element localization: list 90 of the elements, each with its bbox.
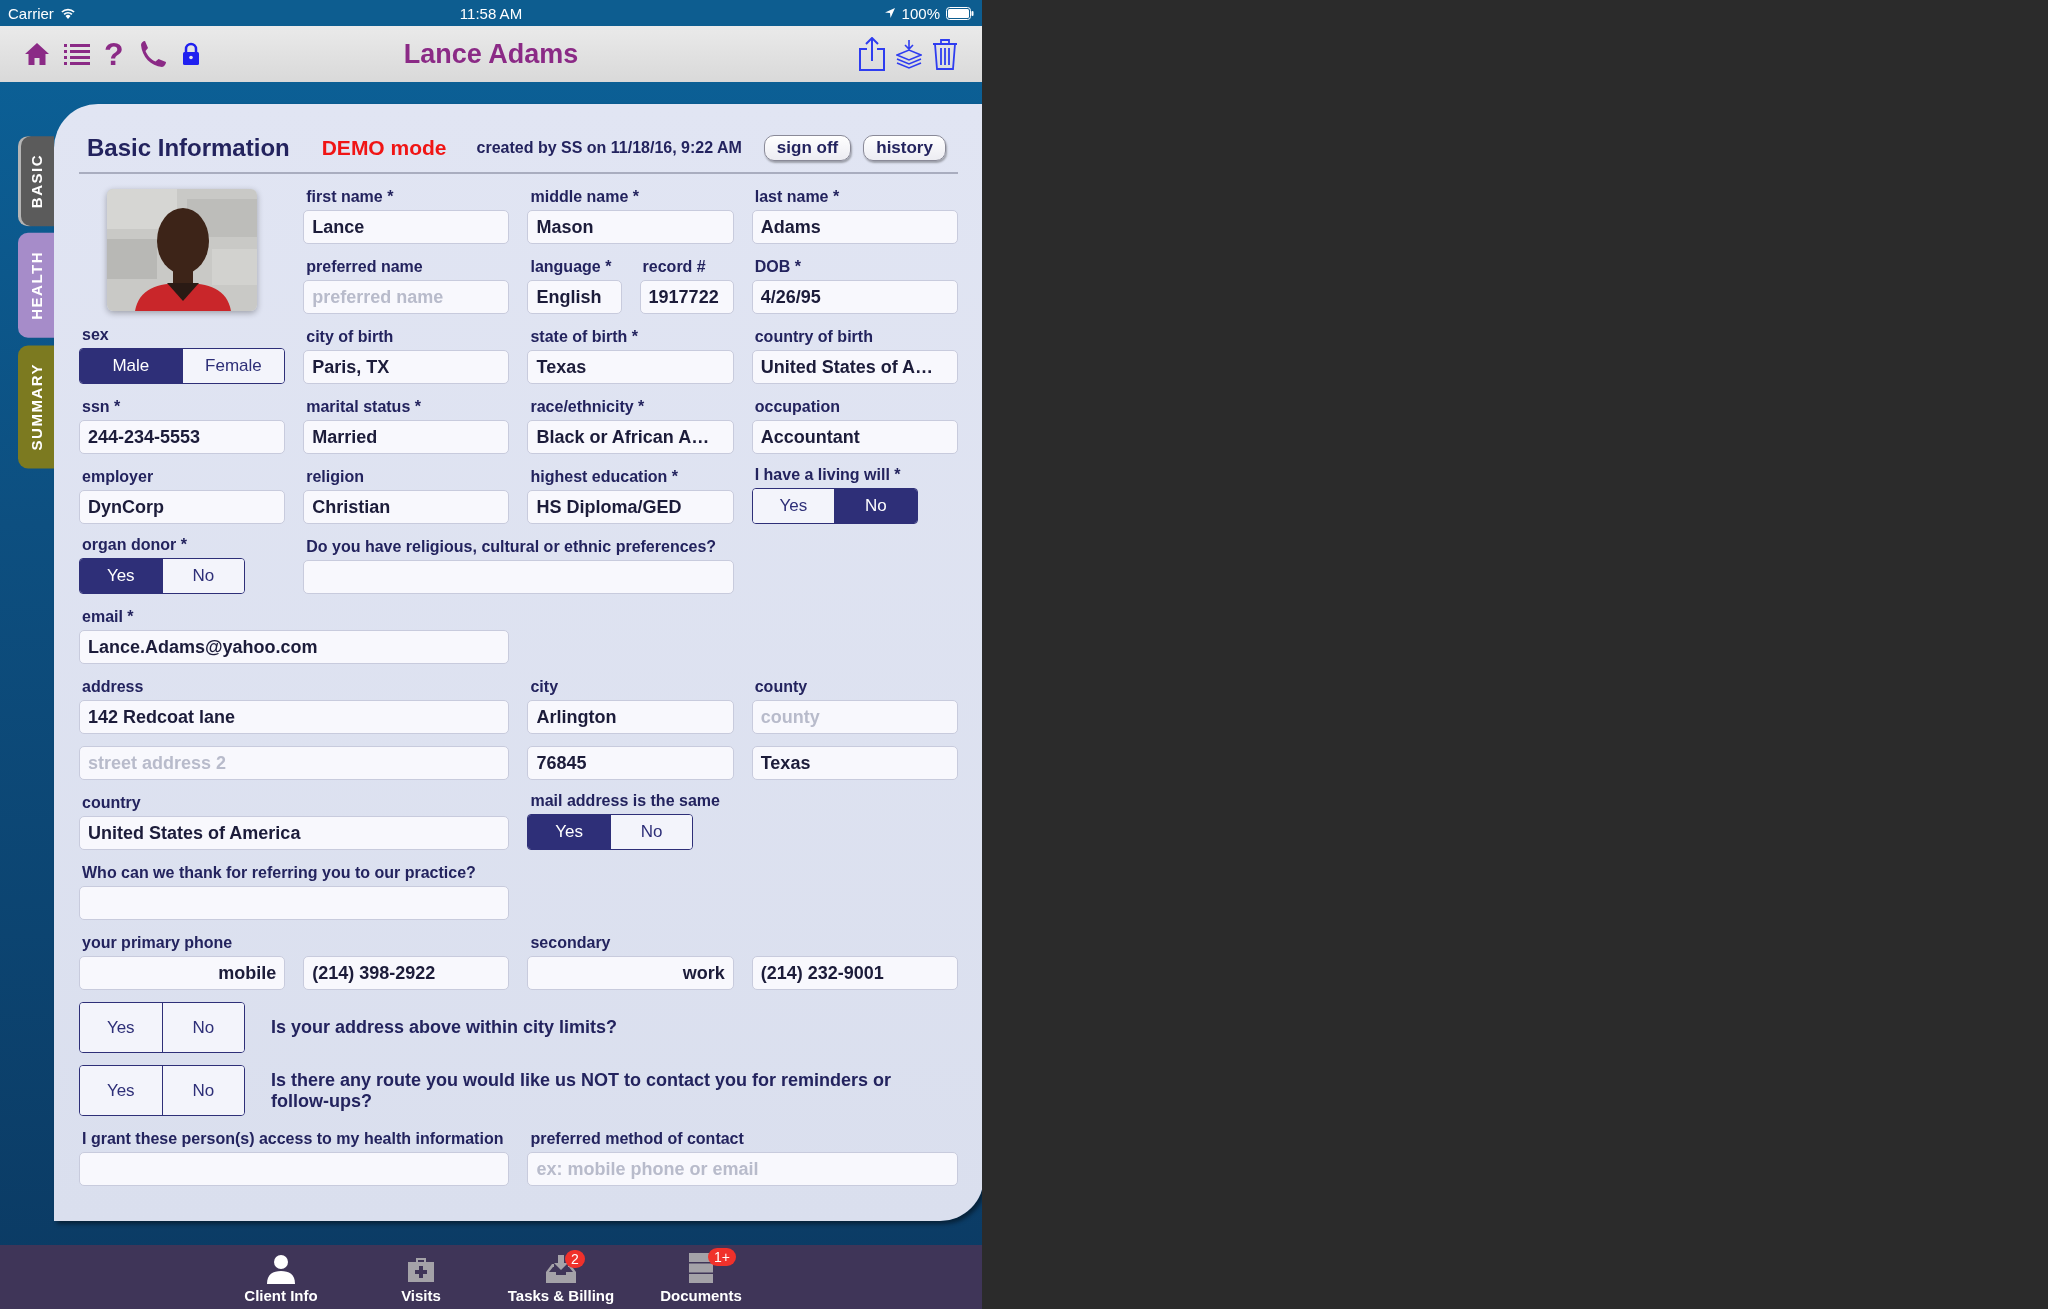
header-button[interactable]: history <box>863 135 946 161</box>
segment-option[interactable]: No <box>161 559 244 593</box>
question-text: Is there any route you would like us NOT to contact you for reminders or follow-ups? <box>271 1069 893 1112</box>
text-field[interactable]: 4/26/95 <box>751 280 958 314</box>
field-label: DOB * <box>753 258 802 276</box>
field-label: marital status * <box>305 398 422 416</box>
text-field[interactable]: Black or African A… <box>527 420 734 454</box>
segment-option[interactable]: Yes <box>80 559 162 593</box>
text-field[interactable]: Christian <box>303 490 510 524</box>
text-field[interactable]: DynCorp <box>79 490 286 524</box>
text-field[interactable]: Arlington <box>527 700 734 734</box>
field-label: employer <box>81 468 155 486</box>
text-field[interactable]: Texas <box>527 350 734 384</box>
text-field[interactable]: English <box>527 280 622 314</box>
count-badge: 1+ <box>708 1248 736 1266</box>
field-label: email * <box>81 608 135 626</box>
segment-option[interactable]: Female <box>181 349 285 383</box>
segment-option[interactable]: No <box>161 1066 244 1115</box>
field-label: city of birth <box>305 328 395 346</box>
carrier-label: Carrier <box>8 4 54 22</box>
field-label: mail address is the same <box>529 792 721 810</box>
segment-option[interactable]: No <box>161 1003 244 1052</box>
section-title: Basic Information <box>87 134 290 162</box>
text-field[interactable]: 244-234-5553 <box>79 420 286 454</box>
field-label: preferred name <box>305 258 424 276</box>
field-label: middle name * <box>529 188 640 206</box>
text-field[interactable]: Lance <box>303 210 510 244</box>
tab-bar-item[interactable]: Client Info <box>221 1245 341 1309</box>
text-field[interactable]: Accountant <box>751 420 958 454</box>
dropdown-field[interactable]: mobile <box>79 956 286 990</box>
question-text: Is your address above within city limits? <box>271 1017 618 1038</box>
field-label: city <box>529 678 560 696</box>
side-tab[interactable]: SUMMARY <box>18 344 54 469</box>
field-label: county <box>753 678 809 696</box>
field-label: organ donor * <box>81 536 188 554</box>
field-label: country <box>81 794 142 812</box>
segment-option[interactable]: Yes <box>80 1003 162 1052</box>
text-field[interactable]: Adams <box>751 210 958 244</box>
field-label: I grant these person(s) access to my health information <box>81 1130 505 1148</box>
field-label: race/ethnicity * <box>529 398 646 416</box>
clock-time: 11:58 AM <box>459 4 523 22</box>
segment-option[interactable]: No <box>834 489 917 523</box>
dropdown-field[interactable]: work <box>527 956 734 990</box>
field-label: first name * <box>305 188 395 206</box>
text-field[interactable]: (214) 398-2922 <box>303 956 510 990</box>
field-label: state of birth * <box>529 328 640 346</box>
text-field[interactable]: Married <box>303 420 510 454</box>
created-info: created by SS on 11/18/16, 9:22 AM <box>476 139 742 157</box>
field-label: sex <box>81 326 110 344</box>
text-field[interactable]: Paris, TX <box>303 350 510 384</box>
tab-bar-item[interactable]: Visits <box>361 1245 481 1309</box>
segment-option[interactable]: No <box>609 815 693 849</box>
text-field[interactable]: 1917722 <box>639 280 734 314</box>
text-field[interactable]: Texas <box>751 746 958 780</box>
help-icon[interactable]: ? <box>104 38 124 70</box>
segment-option[interactable]: Male <box>80 349 182 383</box>
field-label: religion <box>305 468 365 486</box>
segment-option[interactable]: Yes <box>80 1066 162 1115</box>
field-label: record # <box>641 258 707 276</box>
field-label: highest education * <box>529 468 680 486</box>
battery-percent: 100% <box>901 4 940 22</box>
text-field[interactable]: HS Diploma/GED <box>527 490 734 524</box>
mode-label: DEMO mode <box>321 136 447 160</box>
field-label: ssn * <box>81 398 122 416</box>
text-field[interactable]: Mason <box>527 210 734 244</box>
field-label: Do you have religious, cultural or ethnic preferences? <box>305 538 718 556</box>
field-label: last name * <box>753 188 841 206</box>
field-label: Who can we thank for referring you to our practice? <box>81 864 477 882</box>
header-button[interactable]: sign off <box>763 135 852 161</box>
text-field[interactable]: 142 Redcoat lane <box>79 700 510 734</box>
segment-option[interactable]: Yes <box>752 489 835 523</box>
field-label: preferred method of contact <box>529 1130 745 1148</box>
field-label: language * <box>529 258 613 276</box>
text-field[interactable]: 76845 <box>527 746 734 780</box>
field-label: country of birth <box>753 328 874 346</box>
text-field[interactable]: (214) 232-9001 <box>751 956 958 990</box>
field-label: your primary phone <box>81 934 234 952</box>
field-label: secondary <box>529 934 612 952</box>
field-label: address <box>81 678 145 696</box>
count-badge: 2 <box>565 1250 585 1268</box>
segment-option[interactable]: Yes <box>528 815 610 849</box>
field-label: I have a living will * <box>753 466 902 484</box>
side-tab[interactable]: BASIC <box>18 136 54 227</box>
text-field[interactable]: Lance.Adams@yahoo.com <box>79 630 510 664</box>
field-label: occupation <box>753 398 842 416</box>
tab-bar-item[interactable]: 1+ Documents <box>641 1245 761 1309</box>
text-field[interactable]: United States of A… <box>751 350 958 384</box>
tab-bar-item[interactable]: 2 Tasks & Billing <box>501 1245 621 1309</box>
patient-name-title: Lance Adams <box>403 38 579 70</box>
text-field[interactable]: United States of America <box>79 816 510 850</box>
